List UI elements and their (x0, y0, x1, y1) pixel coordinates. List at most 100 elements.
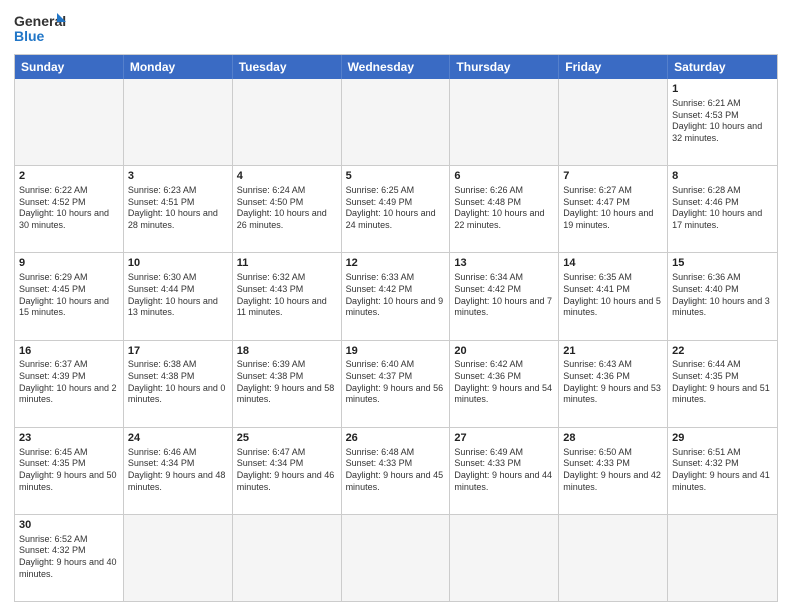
table-row (233, 515, 342, 601)
logo: General Blue (14, 10, 66, 48)
table-row: 29Sunrise: 6:51 AM Sunset: 4:32 PM Dayli… (668, 428, 777, 514)
calendar-row-5: 30Sunrise: 6:52 AM Sunset: 4:32 PM Dayli… (15, 514, 777, 601)
day-info: Sunrise: 6:23 AM Sunset: 4:51 PM Dayligh… (128, 185, 228, 232)
day-header-saturday: Saturday (668, 55, 777, 79)
table-row (15, 79, 124, 165)
day-number: 13 (454, 256, 554, 271)
table-row: 14Sunrise: 6:35 AM Sunset: 4:41 PM Dayli… (559, 253, 668, 339)
day-header-wednesday: Wednesday (342, 55, 451, 79)
day-number: 8 (672, 169, 773, 184)
day-number: 16 (19, 344, 119, 359)
day-info: Sunrise: 6:26 AM Sunset: 4:48 PM Dayligh… (454, 185, 554, 232)
day-info: Sunrise: 6:46 AM Sunset: 4:34 PM Dayligh… (128, 447, 228, 494)
day-info: Sunrise: 6:49 AM Sunset: 4:33 PM Dayligh… (454, 447, 554, 494)
day-number: 7 (563, 169, 663, 184)
day-number: 6 (454, 169, 554, 184)
day-number: 19 (346, 344, 446, 359)
day-info: Sunrise: 6:40 AM Sunset: 4:37 PM Dayligh… (346, 359, 446, 406)
table-row: 24Sunrise: 6:46 AM Sunset: 4:34 PM Dayli… (124, 428, 233, 514)
table-row: 3Sunrise: 6:23 AM Sunset: 4:51 PM Daylig… (124, 166, 233, 252)
table-row: 15Sunrise: 6:36 AM Sunset: 4:40 PM Dayli… (668, 253, 777, 339)
day-info: Sunrise: 6:47 AM Sunset: 4:34 PM Dayligh… (237, 447, 337, 494)
day-info: Sunrise: 6:37 AM Sunset: 4:39 PM Dayligh… (19, 359, 119, 406)
day-info: Sunrise: 6:36 AM Sunset: 4:40 PM Dayligh… (672, 272, 773, 319)
day-number: 15 (672, 256, 773, 271)
day-header-sunday: Sunday (15, 55, 124, 79)
table-row (233, 79, 342, 165)
table-row: 6Sunrise: 6:26 AM Sunset: 4:48 PM Daylig… (450, 166, 559, 252)
day-number: 29 (672, 431, 773, 446)
day-number: 18 (237, 344, 337, 359)
table-row: 7Sunrise: 6:27 AM Sunset: 4:47 PM Daylig… (559, 166, 668, 252)
day-header-friday: Friday (559, 55, 668, 79)
table-row: 22Sunrise: 6:44 AM Sunset: 4:35 PM Dayli… (668, 341, 777, 427)
day-info: Sunrise: 6:24 AM Sunset: 4:50 PM Dayligh… (237, 185, 337, 232)
table-row (450, 79, 559, 165)
calendar: SundayMondayTuesdayWednesdayThursdayFrid… (14, 54, 778, 602)
day-number: 22 (672, 344, 773, 359)
table-row: 12Sunrise: 6:33 AM Sunset: 4:42 PM Dayli… (342, 253, 451, 339)
day-number: 3 (128, 169, 228, 184)
day-info: Sunrise: 6:21 AM Sunset: 4:53 PM Dayligh… (672, 98, 773, 145)
table-row (342, 515, 451, 601)
table-row: 26Sunrise: 6:48 AM Sunset: 4:33 PM Dayli… (342, 428, 451, 514)
table-row (342, 79, 451, 165)
day-info: Sunrise: 6:35 AM Sunset: 4:41 PM Dayligh… (563, 272, 663, 319)
calendar-header-row: SundayMondayTuesdayWednesdayThursdayFrid… (15, 55, 777, 79)
day-number: 20 (454, 344, 554, 359)
day-info: Sunrise: 6:44 AM Sunset: 4:35 PM Dayligh… (672, 359, 773, 406)
table-row: 5Sunrise: 6:25 AM Sunset: 4:49 PM Daylig… (342, 166, 451, 252)
table-row (668, 515, 777, 601)
header: General Blue (14, 10, 778, 48)
day-info: Sunrise: 6:42 AM Sunset: 4:36 PM Dayligh… (454, 359, 554, 406)
table-row: 2Sunrise: 6:22 AM Sunset: 4:52 PM Daylig… (15, 166, 124, 252)
day-number: 27 (454, 431, 554, 446)
day-info: Sunrise: 6:38 AM Sunset: 4:38 PM Dayligh… (128, 359, 228, 406)
day-number: 23 (19, 431, 119, 446)
day-number: 25 (237, 431, 337, 446)
page: General Blue SundayMondayTuesdayWednesda… (0, 0, 792, 612)
table-row: 13Sunrise: 6:34 AM Sunset: 4:42 PM Dayli… (450, 253, 559, 339)
table-row: 8Sunrise: 6:28 AM Sunset: 4:46 PM Daylig… (668, 166, 777, 252)
calendar-row-4: 23Sunrise: 6:45 AM Sunset: 4:35 PM Dayli… (15, 427, 777, 514)
day-info: Sunrise: 6:34 AM Sunset: 4:42 PM Dayligh… (454, 272, 554, 319)
day-header-tuesday: Tuesday (233, 55, 342, 79)
day-info: Sunrise: 6:52 AM Sunset: 4:32 PM Dayligh… (19, 534, 119, 581)
calendar-row-0: 1Sunrise: 6:21 AM Sunset: 4:53 PM Daylig… (15, 79, 777, 165)
table-row: 30Sunrise: 6:52 AM Sunset: 4:32 PM Dayli… (15, 515, 124, 601)
table-row: 17Sunrise: 6:38 AM Sunset: 4:38 PM Dayli… (124, 341, 233, 427)
table-row: 16Sunrise: 6:37 AM Sunset: 4:39 PM Dayli… (15, 341, 124, 427)
day-info: Sunrise: 6:25 AM Sunset: 4:49 PM Dayligh… (346, 185, 446, 232)
day-info: Sunrise: 6:50 AM Sunset: 4:33 PM Dayligh… (563, 447, 663, 494)
day-number: 17 (128, 344, 228, 359)
day-number: 12 (346, 256, 446, 271)
table-row: 19Sunrise: 6:40 AM Sunset: 4:37 PM Dayli… (342, 341, 451, 427)
day-number: 24 (128, 431, 228, 446)
day-info: Sunrise: 6:43 AM Sunset: 4:36 PM Dayligh… (563, 359, 663, 406)
svg-text:Blue: Blue (14, 28, 45, 44)
day-number: 4 (237, 169, 337, 184)
day-number: 30 (19, 518, 119, 533)
table-row (124, 515, 233, 601)
day-info: Sunrise: 6:39 AM Sunset: 4:38 PM Dayligh… (237, 359, 337, 406)
day-info: Sunrise: 6:33 AM Sunset: 4:42 PM Dayligh… (346, 272, 446, 319)
calendar-row-1: 2Sunrise: 6:22 AM Sunset: 4:52 PM Daylig… (15, 165, 777, 252)
table-row: 18Sunrise: 6:39 AM Sunset: 4:38 PM Dayli… (233, 341, 342, 427)
day-header-monday: Monday (124, 55, 233, 79)
day-info: Sunrise: 6:28 AM Sunset: 4:46 PM Dayligh… (672, 185, 773, 232)
day-number: 2 (19, 169, 119, 184)
calendar-row-3: 16Sunrise: 6:37 AM Sunset: 4:39 PM Dayli… (15, 340, 777, 427)
table-row: 10Sunrise: 6:30 AM Sunset: 4:44 PM Dayli… (124, 253, 233, 339)
table-row: 21Sunrise: 6:43 AM Sunset: 4:36 PM Dayli… (559, 341, 668, 427)
table-row: 4Sunrise: 6:24 AM Sunset: 4:50 PM Daylig… (233, 166, 342, 252)
calendar-body: 1Sunrise: 6:21 AM Sunset: 4:53 PM Daylig… (15, 79, 777, 601)
table-row: 20Sunrise: 6:42 AM Sunset: 4:36 PM Dayli… (450, 341, 559, 427)
day-number: 28 (563, 431, 663, 446)
day-number: 5 (346, 169, 446, 184)
table-row (559, 515, 668, 601)
day-number: 26 (346, 431, 446, 446)
table-row (124, 79, 233, 165)
day-number: 21 (563, 344, 663, 359)
day-info: Sunrise: 6:48 AM Sunset: 4:33 PM Dayligh… (346, 447, 446, 494)
day-info: Sunrise: 6:32 AM Sunset: 4:43 PM Dayligh… (237, 272, 337, 319)
